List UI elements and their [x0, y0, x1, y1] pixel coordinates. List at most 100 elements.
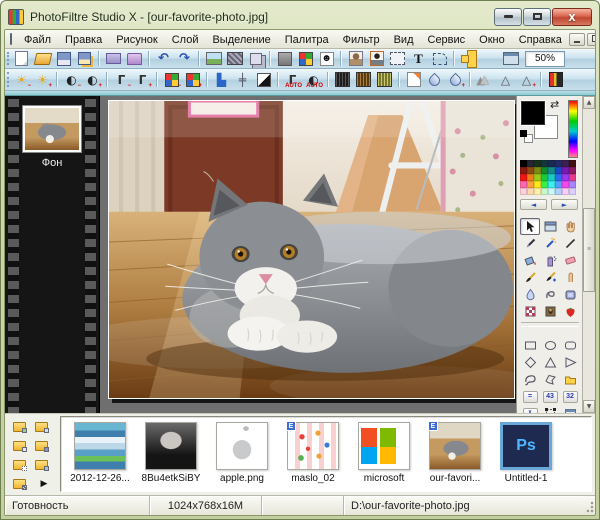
- blur-pad-tool[interactable]: [560, 286, 580, 303]
- undo-icon[interactable]: ↶: [154, 50, 173, 67]
- palette-swatch[interactable]: [527, 181, 534, 188]
- thumb-microsoft[interactable]: microsoft: [353, 422, 415, 484]
- photomask-icon[interactable]: [346, 50, 365, 67]
- palette-swatch[interactable]: [541, 188, 548, 195]
- zoom-level-select[interactable]: 50%: [525, 51, 565, 67]
- vector-path-icon[interactable]: [430, 50, 449, 67]
- eyedropper-tool[interactable]: [520, 235, 540, 252]
- airbrush-tool[interactable]: [540, 252, 560, 269]
- palette-swatch[interactable]: [569, 160, 576, 167]
- relief-icon[interactable]: △: [496, 71, 515, 88]
- menu-item[interactable]: Сервис: [421, 32, 473, 48]
- foreground-color-swatch[interactable]: [521, 101, 545, 125]
- palette-swatch[interactable]: [555, 160, 562, 167]
- scroll-down-button[interactable]: ▼: [583, 400, 595, 413]
- redo-icon[interactable]: ↷: [175, 50, 194, 67]
- palette-swatch[interactable]: [534, 167, 541, 174]
- roundrect-select-tool[interactable]: [560, 337, 580, 354]
- thumb-8bu4etksiby[interactable]: 8Bu4etkSiBY: [140, 422, 202, 484]
- relief-plus-icon[interactable]: △ +: [517, 71, 536, 88]
- blur-drop-tool[interactable]: [520, 286, 540, 303]
- maximize-button[interactable]: [523, 8, 551, 26]
- automation-icon[interactable]: [317, 50, 336, 67]
- pan-hand-tool[interactable]: [560, 218, 580, 235]
- new-layer-icon[interactable]: [11, 417, 33, 436]
- thumb-our-favorite[interactable]: E our-favori...: [424, 422, 486, 484]
- palette-swatch[interactable]: [527, 160, 534, 167]
- menu-item[interactable]: Слой: [165, 32, 206, 48]
- lasso-tool[interactable]: [520, 371, 540, 388]
- palette-swatch[interactable]: [548, 188, 555, 195]
- scrollbar-track[interactable]: ≡: [583, 109, 595, 400]
- auto-contrast-icon[interactable]: ◐ AUTO: [304, 71, 323, 88]
- smudge-finger-tool[interactable]: [560, 269, 580, 286]
- histogram-icon[interactable]: ▙: [212, 71, 231, 88]
- preview-window-button[interactable]: [560, 405, 580, 413]
- palette-next-button[interactable]: ►: [551, 199, 578, 210]
- scroll-up-button[interactable]: ▲: [583, 96, 595, 109]
- show-selection-icon[interactable]: [388, 50, 407, 67]
- palette-swatch[interactable]: [555, 181, 562, 188]
- palette-swatch[interactable]: [541, 160, 548, 167]
- toolbar-icon[interactable]: [96, 50, 102, 67]
- canvas-size-icon[interactable]: [225, 50, 244, 67]
- gamma-minus-icon[interactable]: Γ −: [112, 71, 131, 88]
- palette-swatch[interactable]: [548, 160, 555, 167]
- polygon-select-tool[interactable]: [540, 371, 560, 388]
- diamond-select-tool[interactable]: [520, 354, 540, 371]
- thumb-2012-12-26[interactable]: 2012-12-26...: [69, 422, 131, 484]
- gamma-plus-icon[interactable]: Γ +: [133, 71, 152, 88]
- line-tool[interactable]: [560, 235, 580, 252]
- brightness-plus-icon[interactable]: ☀ +: [33, 71, 52, 88]
- hue-strip[interactable]: [568, 100, 578, 158]
- toolbar-icon[interactable]: [267, 50, 273, 67]
- palette-swatch[interactable]: [569, 174, 576, 181]
- blur-icon[interactable]: [425, 71, 444, 88]
- filter-icon[interactable]: [204, 71, 210, 88]
- texture-dark-icon[interactable]: [333, 71, 352, 88]
- child-restore-button[interactable]: [587, 33, 596, 46]
- saturation-plus-icon[interactable]: +: [183, 71, 202, 88]
- saturation-minus-icon[interactable]: −: [162, 71, 181, 88]
- contrast-plus-icon[interactable]: ◐ +: [83, 71, 102, 88]
- save-as-icon[interactable]: [75, 50, 94, 67]
- menu-item[interactable]: Фильтр: [336, 32, 387, 48]
- rect-select-tool[interactable]: [520, 337, 540, 354]
- toolbar-icon[interactable]: [338, 50, 344, 67]
- palette-swatch[interactable]: [569, 181, 576, 188]
- layer-pattern-icon[interactable]: [11, 474, 33, 493]
- save-icon[interactable]: [54, 50, 73, 67]
- thumb-untitled-1[interactable]: Ps Untitled-1: [495, 422, 557, 484]
- layer-from-image-icon[interactable]: [33, 417, 55, 436]
- text-tool-icon[interactable]: T: [409, 50, 428, 67]
- palette-swatch[interactable]: [534, 181, 541, 188]
- texture-brown-icon[interactable]: [354, 71, 373, 88]
- palette-swatch[interactable]: [520, 188, 527, 195]
- palette-swatch[interactable]: [541, 174, 548, 181]
- magic-wand-tool[interactable]: [540, 235, 560, 252]
- ratio-3-2-button[interactable]: 32: [560, 388, 580, 405]
- levels-icon[interactable]: ╪: [233, 71, 252, 88]
- close-button[interactable]: x: [552, 8, 592, 26]
- palette-swatch[interactable]: [555, 174, 562, 181]
- child-minimize-button[interactable]: [569, 33, 585, 46]
- layer-selection-icon[interactable]: [11, 455, 33, 474]
- palette-swatch[interactable]: [534, 160, 541, 167]
- plugins-icon[interactable]: [480, 50, 499, 67]
- texture-olive-icon[interactable]: [375, 71, 394, 88]
- toolbar-icon[interactable]: [451, 50, 457, 67]
- image-size-icon[interactable]: [204, 50, 223, 67]
- palette-swatch[interactable]: [527, 167, 534, 174]
- invert-icon[interactable]: [254, 71, 273, 88]
- palette-swatch[interactable]: [520, 167, 527, 174]
- palette-swatch[interactable]: [548, 181, 555, 188]
- palette-swatch[interactable]: [569, 167, 576, 174]
- eraser-tool[interactable]: [560, 252, 580, 269]
- page-curl-icon[interactable]: [404, 71, 423, 88]
- contrast-minus-icon[interactable]: ◐ −: [62, 71, 81, 88]
- text-button[interactable]: I: [520, 405, 540, 413]
- palette-swatch[interactable]: [562, 174, 569, 181]
- menu-item[interactable]: Правка: [58, 32, 109, 48]
- duplicate-layer-icon[interactable]: [11, 436, 33, 455]
- right-triangle-select-tool[interactable]: [560, 354, 580, 371]
